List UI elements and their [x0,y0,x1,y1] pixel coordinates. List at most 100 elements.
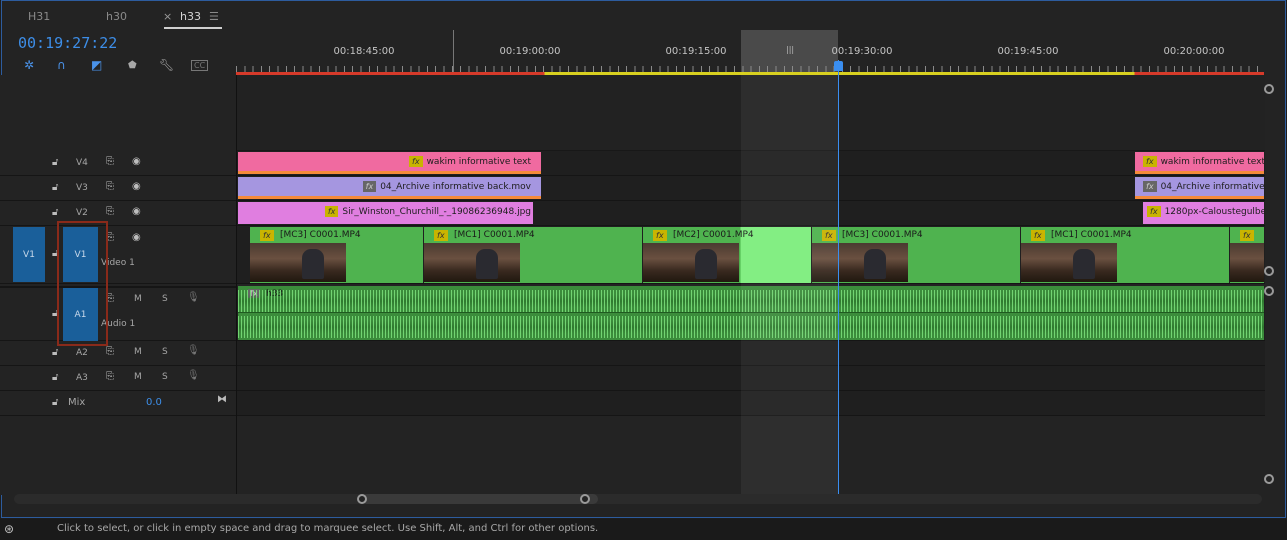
clip-thumbnail [424,243,520,282]
horizontal-scrollbar[interactable] [14,494,1262,504]
mute-button[interactable]: M [134,347,142,357]
scroll-handle-top[interactable] [1264,286,1274,296]
film-icon[interactable]: ⎘ [106,293,114,304]
track-header-v2[interactable]: 🔓︎ V2 ⎘ ◉ [0,201,236,226]
track-lane-a2[interactable] [237,341,1265,366]
add-marker-icon[interactable]: ◩ [91,58,102,72]
clip-v1-partial[interactable]: fx [1230,227,1264,283]
horizontal-scroll-thumb[interactable] [362,494,598,504]
clip-v4-wakim-text[interactable]: fx wakim informative text [238,152,541,174]
track-label[interactable]: V4 [76,158,88,168]
mute-button[interactable]: M [134,372,142,382]
mix-label: Mix [68,397,86,408]
captions-icon[interactable]: CC [191,60,209,71]
mix-volume-value[interactable]: 0.0 [146,397,162,408]
track-lane-mix[interactable] [237,391,1265,416]
creative-cloud-icon[interactable]: ⊛ [4,522,14,536]
scroll-handle-bottom[interactable] [1264,266,1274,276]
settings-wrench-icon[interactable]: 🔧︎ [159,58,174,72]
eye-icon[interactable]: ◉ [132,181,141,192]
track-header-a3[interactable]: 🔓︎ A3 ⎘ M S 🎙︎ [0,366,236,391]
track-header-a1[interactable]: 🔓︎ A1 ⎘ M S 🎙︎ Audio 1 [0,286,236,341]
tab-h30[interactable]: h30 [106,10,127,23]
empty-video-area[interactable] [237,75,1265,151]
fx-badge: fx [1031,230,1045,241]
lock-icon[interactable]: 🔓︎ [52,182,58,193]
clip-v2-calouste[interactable]: fx 1280px-Caloustegulbe [1143,202,1264,224]
lock-icon[interactable]: 🔓︎ [52,157,58,168]
tab-close-icon[interactable]: × [163,10,172,23]
playhead-timecode[interactable]: 00:19:27:22 [18,34,117,52]
panel-menu-icon[interactable]: ☰ [209,10,219,23]
film-icon[interactable]: ⎘ [106,156,114,167]
lock-icon[interactable]: 🔓︎ [52,308,58,319]
clip-v1-mc3-2[interactable]: fx [MC3] C0001.MP4 [812,227,1020,283]
tab-h33[interactable]: h33 [180,10,201,23]
clip-v2-churchill[interactable]: fx Sir_Winston_Churchill_-_19086236948.jp… [238,202,533,224]
marker-icon[interactable]: ⬟ [128,60,137,71]
clip-v1-mc2[interactable]: fx [MC2] C0001.MP4 [643,227,811,283]
track-label[interactable]: V2 [76,208,88,218]
linked-selection-icon[interactable]: ∩ [57,58,66,72]
playhead-line[interactable] [838,60,839,495]
work-area-handle[interactable]: ||| [786,45,794,54]
track-header-a2[interactable]: 🔓︎ A2 ⎘ M S 🎙︎ [0,341,236,366]
clip-v3-archive-2[interactable]: fx 04_Archive informative [1135,177,1264,199]
scroll-handle-bottom[interactable] [1264,474,1274,484]
microphone-icon[interactable]: 🎙︎ [187,292,200,303]
clip-v1-mc1-2[interactable]: fx [MC1] C0001.MP4 [1021,227,1229,283]
tab-h31[interactable]: H31 [28,10,50,23]
track-header-v4[interactable]: 🔓︎ V4 ⎘ ◉ [0,151,236,176]
mute-button[interactable]: M [134,294,142,304]
clip-v3-archive-back[interactable]: fx 04_Archive informative back.mov [238,177,541,199]
lock-icon[interactable]: 🔓︎ [52,248,58,259]
track-header-mix[interactable]: 🔓︎ Mix 0.0 ⧓ [0,391,236,416]
clip-name: [MC3] C0001.MP4 [280,230,361,240]
lock-icon[interactable]: 🔓︎ [52,372,58,383]
empty-track-area[interactable] [237,416,1265,495]
eye-icon[interactable]: ◉ [132,206,141,217]
eye-icon[interactable]: ◉ [132,232,141,243]
film-icon[interactable]: ⎘ [106,232,114,243]
film-icon[interactable]: ⎘ [106,371,114,382]
clip-name: [MC1] C0001.MP4 [454,230,535,240]
lock-icon[interactable]: 🔓︎ [52,207,58,218]
lock-icon[interactable]: 🔓︎ [52,347,58,358]
go-to-end-icon[interactable]: ⧓ [217,394,227,405]
track-label[interactable]: A3 [76,373,88,383]
ruler-label: 00:19:45:00 [997,46,1059,57]
eye-icon[interactable]: ◉ [132,156,141,167]
time-ruler[interactable]: 00:18:45:00 00:19:00:00 00:19:15:00 00:1… [236,30,1264,75]
video-vertical-scrollbar[interactable] [1264,84,1274,276]
audio-vertical-scrollbar[interactable] [1264,286,1274,484]
clip-thumbnail [1230,243,1264,282]
track-label[interactable]: V3 [76,183,88,193]
source-patch-v1[interactable]: V1 [13,227,45,282]
zoom-handle-left[interactable] [357,494,367,504]
ruler-label: 00:19:15:00 [665,46,727,57]
clip-a1-h33[interactable]: fx h33 [238,286,1264,340]
clip-v4-wakim-text-2[interactable]: fx wakim informative text [1135,152,1264,174]
clip-v1-mc3[interactable]: fx [MC3] C0001.MP4 [250,227,423,283]
track-header-v3[interactable]: 🔓︎ V3 ⎘ ◉ [0,176,236,201]
film-icon[interactable]: ⎘ [106,346,114,357]
track-label[interactable]: A2 [76,348,88,358]
track-header-v1[interactable]: V1 🔓︎ V1 ⎘ ◉ Video 1 [0,226,236,284]
track-lane-a3[interactable] [237,366,1265,391]
track-target-v1[interactable]: V1 [63,227,98,282]
scroll-handle-top[interactable] [1264,84,1274,94]
track-target-a1[interactable]: A1 [63,288,98,341]
playhead-handle[interactable] [834,61,843,71]
microphone-icon[interactable]: 🎙︎ [187,345,200,356]
snap-icon[interactable]: ✲ [24,58,34,72]
zoom-handle-right[interactable] [580,494,590,504]
solo-button[interactable]: S [162,347,168,357]
solo-button[interactable]: S [162,372,168,382]
microphone-icon[interactable]: 🎙︎ [187,370,200,381]
film-icon[interactable]: ⎘ [106,181,114,192]
clip-name: [MC1] C0001.MP4 [1051,230,1132,240]
clip-v1-mc1[interactable]: fx [MC1] C0001.MP4 [424,227,642,283]
solo-button[interactable]: S [162,294,168,304]
lock-icon[interactable]: 🔓︎ [52,397,58,408]
film-icon[interactable]: ⎘ [106,206,114,217]
